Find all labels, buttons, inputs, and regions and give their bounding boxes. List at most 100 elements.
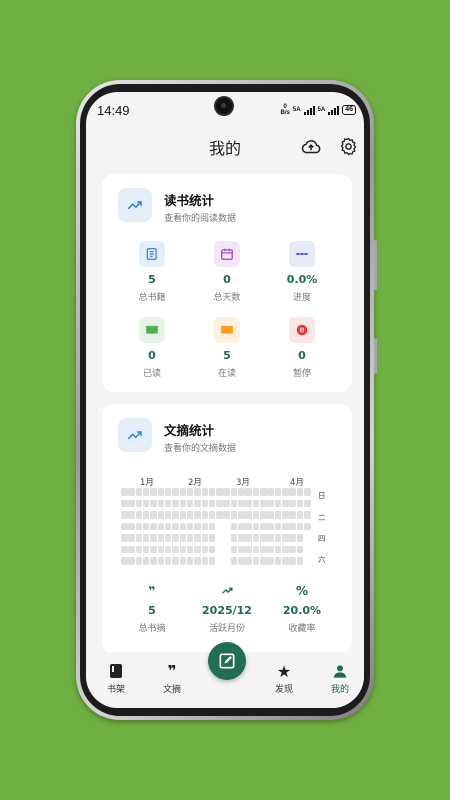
heatmap-cell	[267, 511, 274, 519]
stat-favorite-rate[interactable]: % 20.0% 收藏率	[262, 584, 342, 634]
reading-stats-title: 读书统计	[164, 193, 215, 208]
heatmap-cell	[128, 499, 135, 507]
heatmap-cell	[128, 522, 135, 530]
stat-reading[interactable]: 5 在读	[192, 317, 262, 379]
heatmap-day-label: 四	[318, 534, 326, 543]
heatmap-day-label: 六	[318, 555, 326, 564]
excerpt-stats-card[interactable]: 文摘统计 查看你的文摘数据 1月 2月 3月 4月 日 二 四 六 ❞ 5 总书…	[102, 404, 352, 654]
heatmap-cell	[121, 545, 128, 553]
heatmap-cell	[296, 488, 304, 496]
sim1-label: 5A	[292, 107, 301, 113]
heatmap-cell	[289, 488, 296, 496]
heatmap-cell	[172, 557, 179, 565]
heatmap-cell	[282, 499, 289, 507]
heatmap-cell	[208, 488, 216, 496]
heatmap-cell	[296, 545, 304, 553]
stat-label: 总天数	[213, 293, 241, 303]
sim2-label: 5A	[317, 107, 326, 113]
heatmap-cell	[289, 499, 296, 507]
nav-item-profile[interactable]: 我的	[318, 662, 362, 695]
system-icons: 0 B/s 5A 5A 46	[281, 104, 356, 116]
heatmap-cell	[135, 499, 143, 507]
heatmap-cell	[260, 511, 267, 519]
heatmap-cell	[238, 488, 245, 496]
heatmap-cell	[267, 522, 274, 530]
heatmap-cell	[186, 522, 194, 530]
heatmap-cell	[128, 511, 135, 519]
stat-total-days[interactable]: 0 总天数	[192, 241, 262, 303]
trending-up-icon	[127, 431, 142, 440]
bottom-nav: 书架 ❞ 文摘 ★ 发现 我的	[86, 642, 364, 708]
stat-progress[interactable]: 0.0% 进度	[267, 241, 337, 303]
heatmap-cell	[252, 511, 260, 519]
heatmap-cell	[179, 534, 187, 542]
heatmap-cell	[121, 488, 128, 496]
heatmap-day-label: 日	[318, 491, 326, 500]
heatmap-cell	[208, 522, 216, 530]
heatmap-cell	[142, 499, 150, 507]
heatmap-cell	[252, 534, 260, 542]
heatmap-cell	[157, 534, 165, 542]
volume-button	[374, 240, 377, 290]
heatmap-cell	[150, 545, 157, 553]
cloud-upload-button[interactable]	[300, 136, 322, 158]
nav-item-discover[interactable]: ★ 发现	[262, 661, 306, 696]
heatmap-cell	[135, 534, 143, 542]
excerpt-stats-title: 文摘统计	[164, 423, 215, 438]
sparkle-star-icon: ★	[276, 661, 292, 681]
stat-label: 已读	[142, 369, 161, 379]
heatmap-cell	[274, 522, 282, 530]
signal-icon	[328, 105, 340, 115]
activity-heatmap	[121, 488, 311, 568]
nav-item-bookshelf[interactable]: 书架	[94, 662, 138, 695]
stat-total-books[interactable]: 5 总书籍	[117, 241, 187, 303]
percent-icon: %	[295, 584, 309, 598]
heatmap-cell	[238, 522, 245, 530]
heatmap-cell	[223, 499, 230, 507]
heatmap-cell	[282, 488, 289, 496]
add-note-fab[interactable]	[208, 642, 246, 680]
heatmap-cell	[289, 511, 296, 519]
stat-total-excerpts[interactable]: ❞ 5 总书摘	[112, 584, 192, 634]
stat-label: 总书籍	[138, 293, 166, 303]
heatmap-cell	[135, 545, 143, 553]
heatmap-cell	[150, 488, 157, 496]
heatmap-cell	[128, 545, 135, 553]
heatmap-cell	[289, 557, 296, 565]
nav-label: 书架	[106, 685, 125, 695]
heatmap-cell	[274, 545, 282, 553]
heatmap-cell	[289, 522, 296, 530]
heatmap-cell	[208, 499, 216, 507]
heatmap-cell	[260, 557, 267, 565]
heatmap-cell	[238, 499, 245, 507]
stat-read[interactable]: 0 已读	[117, 317, 187, 379]
stat-active-month[interactable]: 2025/12 活跃月份	[187, 584, 267, 634]
heatmap-cell	[238, 534, 245, 542]
heatmap-cell	[296, 557, 304, 565]
heatmap-cell	[252, 557, 260, 565]
heatmap-cell	[216, 488, 223, 496]
stat-value: 20.0%	[282, 604, 322, 617]
reading-stats-card[interactable]: 读书统计 查看你的阅读数据 5 总书籍 0 总天数 0.0% 进度 0 已读 5…	[102, 174, 352, 392]
heatmap-cell	[296, 534, 304, 542]
book-read-icon	[139, 317, 165, 343]
heatmap-cell	[274, 557, 282, 565]
stat-value: 5	[148, 604, 156, 617]
stat-value: 5	[223, 349, 231, 362]
heatmap-cell	[208, 511, 216, 519]
heatmap-cell	[260, 499, 267, 507]
heatmap-cell	[186, 499, 194, 507]
stat-label: 进度	[292, 293, 311, 303]
heatmap-cell	[230, 522, 238, 530]
stat-paused[interactable]: 0 暂停	[267, 317, 337, 379]
heatmap-cell	[260, 488, 267, 496]
stat-label: 暂停	[292, 369, 311, 379]
heatmap-cell	[194, 522, 201, 530]
stat-label: 在读	[217, 369, 236, 379]
stat-label: 活跃月份	[208, 624, 245, 634]
settings-button[interactable]	[338, 136, 360, 158]
page-title: 我的	[208, 139, 241, 158]
excerpt-stats-subtitle: 查看你的文摘数据	[164, 444, 237, 454]
nav-item-excerpts[interactable]: ❞ 文摘	[150, 662, 194, 695]
heatmap-cell	[121, 522, 128, 530]
